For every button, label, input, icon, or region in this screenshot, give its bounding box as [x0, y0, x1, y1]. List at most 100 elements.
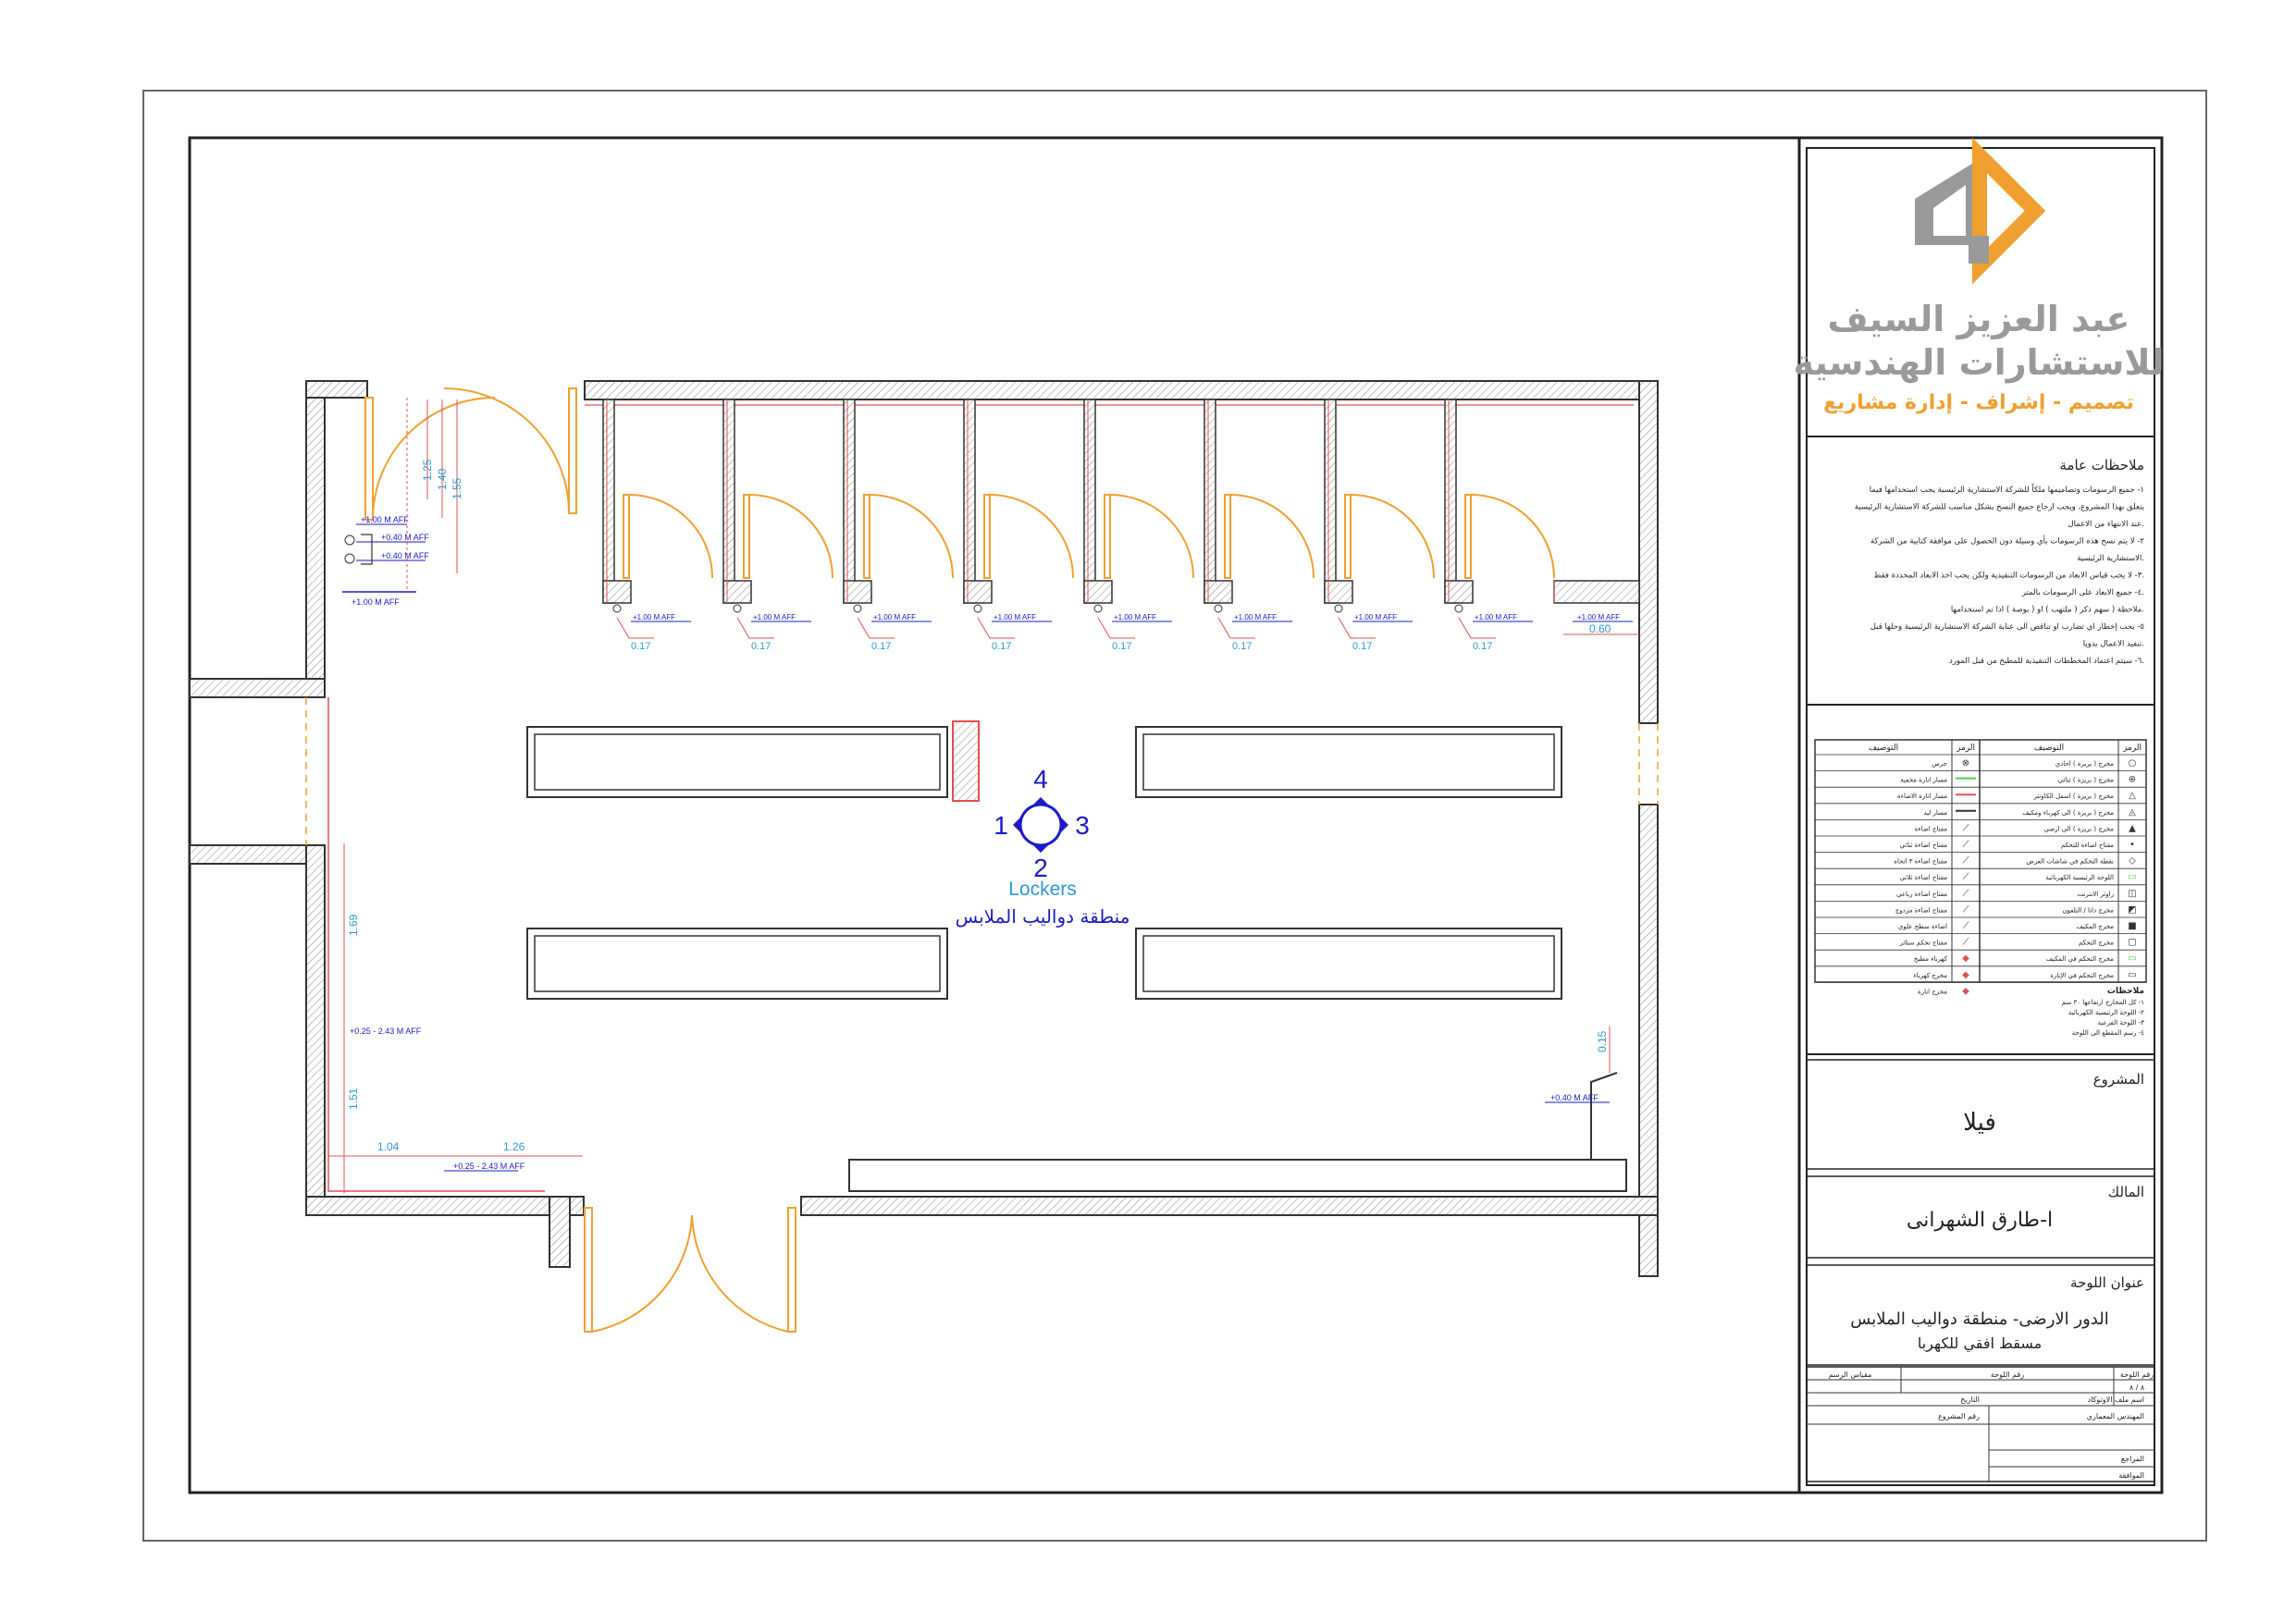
svg-text:+0.25 - 2.43 M AFF: +0.25 - 2.43 M AFF	[453, 1162, 525, 1171]
legend-desc: كهرباء مطبخ	[1914, 955, 1948, 963]
legend-desc: اضاءة سطح علوي	[1898, 923, 1947, 930]
svg-text:1.69: 1.69	[347, 914, 360, 936]
svg-text:+0.40 M AFF: +0.40 M AFF	[381, 551, 429, 560]
legend-symbol-icon: ◆	[1962, 953, 1969, 964]
legend-symbol-icon: ⟋	[1963, 904, 1969, 915]
svg-text:المهندس المعماري: المهندس المعماري	[2087, 1412, 2144, 1420]
legend-desc: مسار ليد	[1923, 809, 1947, 817]
svg-text:1.40: 1.40	[436, 468, 449, 490]
entry-door-bottom	[584, 1207, 796, 1333]
compass-n4: 4	[1033, 765, 1048, 793]
stall-aff-label: +1.00 M AFF	[753, 613, 796, 621]
bench-4	[1135, 928, 1562, 1000]
column	[952, 720, 980, 802]
stall-dim-label: 0.17	[631, 641, 650, 652]
wall-top	[584, 380, 1659, 400]
legend-symbol-icon: ○	[2129, 758, 2137, 768]
legend-symbol-icon: ▲	[2129, 823, 2136, 833]
svg-text:الرمز: الرمز	[1956, 744, 1975, 753]
legend-symbol-icon: ⟋	[1963, 921, 1969, 931]
legend-symbol-icon: ⟋	[1963, 840, 1969, 850]
legend-note: ٤- رسم المقطع الى اللوحة	[2072, 1029, 2144, 1037]
legend-symbol-icon: ⊕	[2129, 775, 2136, 785]
owner-value: ا-طارق الشهرانى	[1907, 1209, 2053, 1232]
legend-desc: مفتاح اضاءة للتحكم	[2061, 842, 2114, 849]
legend-note: ٣- اللوحة الفرعية	[2098, 1019, 2145, 1027]
svg-text:1.51: 1.51	[347, 1088, 360, 1110]
notes-title: ملاحظات عامة	[2059, 457, 2144, 473]
legend-desc: مفتاح اضاءة ٣ اتجاه	[1894, 858, 1947, 866]
project-value: فيلا	[1963, 1109, 1996, 1137]
stall-4: +1.00 M AFF 0.17	[963, 399, 1074, 652]
room-label-en: Lockers	[1008, 879, 1077, 900]
note-line: عند الانتهاء من الاعمال.	[2068, 520, 2144, 529]
legend-desc: مخرج التحكم	[2079, 940, 2114, 947]
stall-dim-label: 0.17	[751, 641, 771, 652]
note-line: ١- جميع الرسومات وتصاميمها ملكاً للشركة …	[1870, 483, 2144, 495]
stall-aff-label: +1.00 M AFF	[1354, 613, 1397, 621]
corridor-wall-top	[189, 678, 326, 698]
stall-dim-label: 0.17	[871, 641, 891, 652]
legend-symbol-icon: ▢	[2128, 938, 2136, 948]
wall-left-upper	[305, 380, 326, 680]
legend-desc: مخرج التحكم في المكيف	[2046, 955, 2114, 963]
stall-dim-label: 0.17	[1232, 641, 1252, 652]
legend-note: ٢- اللوحة الرئيسية الكهربائية	[2068, 1009, 2144, 1016]
legend-symbol-icon: ◇	[2129, 856, 2136, 867]
bench-1	[526, 726, 948, 798]
legend-symbol-icon: ◩	[2128, 904, 2136, 915]
svg-text:0.60: 0.60	[1589, 622, 1611, 635]
svg-text:0.15: 0.15	[1596, 1030, 1609, 1052]
owner-label: المالك	[2108, 1184, 2144, 1200]
legend-symbol-icon: ▭	[2128, 970, 2136, 980]
stall-end: +1.00 M AFF	[1553, 580, 1640, 622]
stall-aff-label: +1.00 M AFF	[1577, 613, 1620, 621]
note-line: ٥- يجب إخطار اي تضارب او تناقض الى عناية…	[1870, 622, 2144, 632]
legend-desc: مسار انارة مخفية	[1900, 777, 1947, 784]
counter-bottom	[848, 1159, 1627, 1192]
wall-bottom-column	[549, 1196, 571, 1268]
legend-table: الرمز التوصيف الرمز التوصيف مخرج ( بريزة…	[1814, 739, 2147, 1037]
compass-n3: 3	[1075, 811, 1090, 840]
stall-dim-label: 0.17	[992, 641, 1011, 652]
note-line: ٤- جميع الابعاد على الرسومات بالمتر.	[2021, 588, 2144, 597]
svg-text:رقم اللوحة: رقم اللوحة	[2120, 1371, 2154, 1379]
legend-symbol-icon: ⟋	[1963, 872, 1969, 882]
svg-text:1.25: 1.25	[421, 459, 434, 481]
legend-desc: مخرج كهرباء	[1913, 972, 1947, 979]
legend-symbol-icon: ⟋	[1963, 889, 1969, 899]
project-label: المشروع	[2093, 1071, 2144, 1088]
svg-text:التوصيف: التوصيف	[1869, 744, 1898, 753]
svg-text:٨ / ٨: ٨ / ٨	[2129, 1383, 2145, 1392]
note-line: تنفيذ الاعمال يدويا.	[2083, 640, 2144, 649]
stall-aff-label: +1.00 M AFF	[1114, 613, 1156, 621]
legend-desc: اللوحة الرئيسية الكهربائية	[2045, 874, 2114, 881]
svg-text:اسم ملف الاوتوكاد: اسم ملف الاوتوكاد	[2088, 1396, 2144, 1404]
legend-symbol-icon: ■	[2128, 921, 2136, 931]
stall-aff-label: +1.00 M AFF	[994, 613, 1036, 621]
svg-text:+1.00 M AFF: +1.00 M AFF	[352, 597, 400, 607]
logo-line3: تصميم - إشراف - إدارة مشاريع	[1823, 391, 2134, 414]
notes-list: ١- جميع الرسومات وتصاميمها ملكاً للشركة …	[1855, 483, 2145, 666]
room-label-ar: منطقة دواليب الملابس	[956, 905, 1130, 928]
stall-dim-label: 0.17	[1112, 641, 1131, 652]
legend-desc: نقطة التحكم في شاشات العرض	[2026, 858, 2114, 866]
stall-5: +1.00 M AFF 0.17	[1083, 399, 1194, 652]
wall-right	[1638, 380, 1659, 724]
svg-text:1.04: 1.04	[377, 1140, 400, 1153]
wall-bottom-left	[305, 1196, 585, 1216]
stall-dim-label: 0.17	[1473, 641, 1492, 652]
compass-n1: 1	[994, 811, 1008, 840]
legend-desc: مخرج التحكم في الإنارة	[2050, 972, 2114, 979]
note-line: يتعلق بهذا المشروع، ويجب ارجاع جميع النس…	[1855, 503, 2145, 512]
sheet-title-1: الدور الارضى- منطقة دواليب الملابس	[1850, 1309, 2108, 1329]
legend-symbol-icon: ▭	[2128, 872, 2136, 882]
legend-symbol-icon: ▭	[2128, 953, 2136, 964]
legend-note: ١- كل المخارج ارتفاعها ٣٠ سم	[2062, 999, 2144, 1006]
legend-symbol-icon: ◆	[1962, 970, 1969, 980]
svg-text:التاريخ: التاريخ	[1960, 1396, 1980, 1404]
note-line: ٦- سيتم اعتماد المخططات التنفيذية للمطبخ…	[1949, 657, 2144, 666]
legend-symbol-icon: △	[2129, 791, 2136, 801]
svg-text:+1.00 M AFF: +1.00 M AFF	[361, 515, 409, 524]
legend-symbol-icon: ◆	[1962, 986, 1969, 996]
